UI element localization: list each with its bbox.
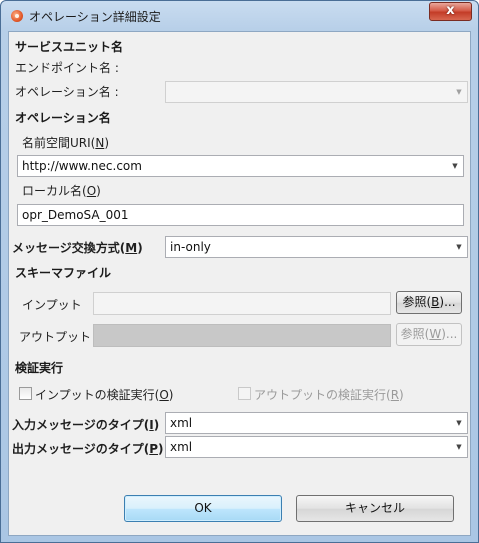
operation-name-select[interactable]: ▼ [165,81,468,103]
local-name-value: opr_DemoSA_001 [22,208,129,222]
namespace-mnemonic: N [95,136,105,150]
input-validation-label[interactable]: インプットの検証実行(O) [35,386,173,403]
input-type-select[interactable]: xml ▼ [165,412,468,434]
cancel-button[interactable]: キャンセル [296,495,454,522]
chevron-down-icon: ▼ [456,88,462,96]
operation-name-label: オペレーション名 : [15,85,119,99]
dialog-content: サービスユニット名 エンドポイント名 : オペレーション名 : ▼ オペレーショ… [8,31,471,536]
output-type-label: 出力メッセージのタイプ(P) [12,442,164,456]
chevron-down-icon[interactable]: ▼ [451,437,467,457]
local-name-mnemonic: O [86,184,97,198]
input-validation-checkbox[interactable] [19,387,32,400]
local-name-input[interactable]: opr_DemoSA_001 [17,204,464,226]
namespace-label: 名前空間URI(N) [22,136,110,150]
title-bar[interactable]: オペレーション詳細設定 x [1,1,478,31]
output-type-label-text: 出力メッセージのタイプ( [12,442,150,456]
input-validation-text: インプットの検証実行( [35,388,160,402]
schema-header: スキーマファイル [15,266,112,280]
input-type-value: xml [170,416,193,430]
endpoint-label: エンドポイント名 : [15,61,119,75]
input-validation-mnemonic: O [159,388,169,402]
namespace-value: http://www.nec.com [22,159,142,173]
operation-header: オペレーション名 [15,111,111,125]
output-validation-label: アウトプットの検証実行(R) [254,388,404,402]
service-unit-header: サービスユニット名 [15,40,124,54]
output-browse-mnemonic: W [429,327,442,341]
input-browse-button[interactable]: 参照(B)... [396,291,462,314]
message-exchange-label-text: メッセージ交換方式( [12,241,126,255]
output-type-value: xml [170,440,193,454]
namespace-combo[interactable]: http://www.nec.com ▼ [17,155,464,177]
chevron-down-icon[interactable]: ▼ [451,237,467,257]
dialog-window: オペレーション詳細設定 x サービスユニット名 エンドポイント名 : オペレーシ… [0,0,479,543]
input-schema-label: インプット [22,298,82,312]
message-exchange-select[interactable]: in-only ▼ [165,236,468,258]
local-name-label-text: ローカル名( [22,184,87,198]
output-schema-label: アウトプット [19,330,92,344]
close-button[interactable]: x [429,2,472,21]
output-browse-button: 参照(W)... [396,323,462,346]
validation-header: 検証実行 [15,361,64,375]
input-browse-mnemonic: B [431,295,440,309]
chevron-down-icon[interactable]: ▼ [447,156,463,176]
namespace-label-text: 名前空間URI( [22,136,96,150]
output-type-select[interactable]: xml ▼ [165,436,468,458]
input-type-label: 入力メッセージのタイプ(I) [12,418,160,432]
close-icon: x [446,3,455,18]
window-title: オペレーション詳細設定 [29,10,161,24]
output-schema-field [93,324,391,347]
ok-button[interactable]: OK [124,495,282,522]
input-schema-field [93,292,391,315]
app-icon [11,10,23,22]
chevron-down-icon[interactable]: ▼ [451,413,467,433]
message-exchange-value: in-only [170,240,211,254]
message-exchange-label: メッセージ交換方式(M) [12,241,143,255]
input-type-label-text: 入力メッセージのタイプ( [12,418,150,432]
output-validation-checkbox [238,387,251,400]
input-browse-text: 参照( [402,295,432,309]
output-validation-mnemonic: R [390,388,400,402]
message-exchange-mnemonic: M [125,241,138,255]
local-name-label: ローカル名(O) [22,184,101,198]
output-validation-text: アウトプットの検証実行( [254,388,391,402]
output-browse-text: 参照( [400,327,430,341]
output-type-mnemonic: P [149,442,159,456]
input-type-mnemonic: I [149,418,154,432]
